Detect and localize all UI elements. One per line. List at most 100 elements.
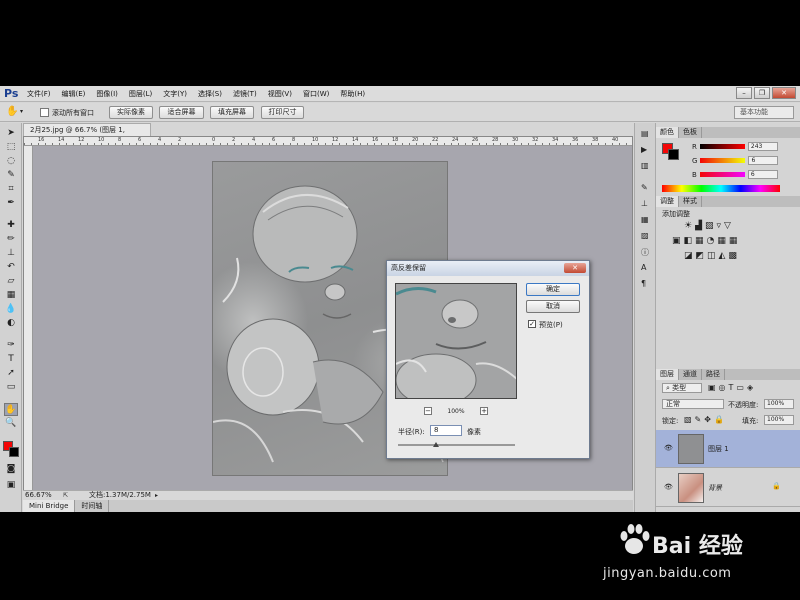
red-value[interactable]: 243 xyxy=(747,142,778,151)
eye-icon[interactable]: 👁 xyxy=(664,483,673,491)
tab-layers[interactable]: 图层 xyxy=(656,369,679,380)
lock-icons[interactable]: ▧✎✥🔒 xyxy=(684,415,727,424)
status-menu-arrow-icon[interactable]: ▸ xyxy=(155,491,158,500)
close-icon[interactable]: ✕ xyxy=(564,263,586,273)
history-icon[interactable]: ▤ xyxy=(641,129,649,138)
menu-window[interactable]: 窗口(W) xyxy=(303,89,329,99)
healing-brush-tool-icon[interactable]: ✚ xyxy=(4,219,18,232)
green-slider[interactable] xyxy=(700,158,746,163)
tab-mini-bridge[interactable]: Mini Bridge xyxy=(23,500,76,512)
dodge-tool-icon[interactable]: ◐ xyxy=(4,317,18,330)
path-select-tool-icon[interactable]: ➚ xyxy=(4,367,18,380)
radius-slider-thumb[interactable] xyxy=(433,442,439,447)
menu-view[interactable]: 视图(V) xyxy=(268,89,292,99)
type-tool-icon[interactable]: T xyxy=(4,353,18,366)
gradient-tool-icon[interactable]: ▦ xyxy=(4,289,18,302)
play-action-icon[interactable]: ▶ xyxy=(641,145,647,154)
preview-checkbox[interactable]: ✓ xyxy=(528,320,536,328)
menu-layer[interactable]: 图层(L) xyxy=(129,89,152,99)
panel-background-swatch[interactable] xyxy=(668,149,679,160)
menu-filter[interactable]: 滤镜(T) xyxy=(233,89,257,99)
properties-icon[interactable]: ▥ xyxy=(641,161,649,170)
blend-mode-select[interactable]: 正常 xyxy=(662,399,724,409)
minimize-icon[interactable]: – xyxy=(736,87,752,99)
tab-adjustments[interactable]: 调整 xyxy=(656,196,679,207)
workspace-select[interactable]: 基本功能 xyxy=(734,106,794,119)
tab-color[interactable]: 颜色 xyxy=(656,127,679,138)
menu-help[interactable]: 帮助(H) xyxy=(340,89,365,99)
menu-select[interactable]: 选择(S) xyxy=(198,89,222,99)
green-value[interactable]: 6 xyxy=(748,156,779,165)
crop-tool-icon[interactable]: ⌗ xyxy=(4,183,18,196)
color-spectrum-bar[interactable] xyxy=(662,185,780,192)
tool-presets-icon[interactable]: ▦ xyxy=(641,215,649,224)
layer-name[interactable]: 图层 1 xyxy=(708,444,729,454)
blue-slider[interactable] xyxy=(699,172,745,177)
status-export-icon[interactable]: ⇱ xyxy=(63,491,68,500)
tab-styles[interactable]: 样式 xyxy=(679,196,702,207)
eyedropper-tool-icon[interactable]: ✒ xyxy=(4,197,18,210)
menu-file[interactable]: 文件(F) xyxy=(27,89,51,99)
lasso-tool-icon[interactable]: ◌ xyxy=(4,155,18,168)
clone-source-icon[interactable]: ⊥ xyxy=(641,199,648,208)
fill-input[interactable]: 100% xyxy=(764,415,794,425)
adjustment-icons-row-2[interactable]: ▣◧▦◔▦▦ xyxy=(672,236,740,246)
close-icon[interactable]: ✕ xyxy=(772,87,796,99)
restore-icon[interactable]: ❐ xyxy=(754,87,770,99)
info-icon[interactable]: ⓘ xyxy=(641,247,649,258)
move-tool-icon[interactable]: ➤ xyxy=(4,127,18,140)
scroll-all-checkbox[interactable] xyxy=(40,108,49,117)
fill-screen-button[interactable]: 填充屏幕 xyxy=(210,106,254,119)
brush-tool-icon[interactable]: ✏ xyxy=(4,233,18,246)
layer-kind-filter[interactable]: ⌕ 类型 xyxy=(662,383,702,393)
rectangle-tool-icon[interactable]: ▭ xyxy=(4,381,18,394)
document-tab[interactable]: 2月25.jpg @ 66.7% (图层 1, RGB/8) * xyxy=(23,123,151,146)
character-icon[interactable]: A xyxy=(641,263,646,272)
adjustment-icons-row-1[interactable]: ☀▟▨▿▽ xyxy=(684,221,734,231)
actual-pixels-button[interactable]: 实际像素 xyxy=(109,106,153,119)
layer-row-layer1[interactable]: 👁 图层 1 xyxy=(656,430,800,468)
layer-filter-icons[interactable]: ▣◎T▭◈ xyxy=(708,383,756,392)
print-size-button[interactable]: 打印尺寸 xyxy=(261,106,304,119)
layer-row-background[interactable]: 👁 背景 🔒 xyxy=(656,469,800,507)
blue-value[interactable]: 6 xyxy=(747,170,778,179)
quick-select-tool-icon[interactable]: ✎ xyxy=(4,169,18,182)
history-brush-tool-icon[interactable]: ↶ xyxy=(4,261,18,274)
radius-slider-track[interactable] xyxy=(398,444,515,446)
menu-edit[interactable]: 编辑(E) xyxy=(62,89,86,99)
brush-presets-icon[interactable]: ✎ xyxy=(641,183,648,192)
cancel-button[interactable]: 取消 xyxy=(526,300,580,313)
pen-tool-icon[interactable]: ✑ xyxy=(4,339,18,352)
paragraph-icon[interactable]: ¶ xyxy=(641,279,646,288)
tab-paths[interactable]: 路径 xyxy=(702,369,725,380)
layer-name[interactable]: 背景 xyxy=(708,483,722,493)
red-slider[interactable] xyxy=(699,144,745,149)
zoom-out-icon[interactable]: − xyxy=(424,407,432,415)
background-color-swatch[interactable] xyxy=(9,447,19,457)
zoom-level[interactable]: 66.67% xyxy=(25,491,52,500)
hand-tool-icon[interactable]: ✋ xyxy=(6,106,18,117)
eye-icon[interactable]: 👁 xyxy=(664,444,673,452)
opacity-input[interactable]: 100% xyxy=(764,399,794,409)
quick-mask-icon[interactable]: ◙ xyxy=(4,463,18,476)
tab-swatches[interactable]: 色板 xyxy=(679,127,702,138)
eraser-tool-icon[interactable]: ▱ xyxy=(4,275,18,288)
radius-input[interactable]: 8 xyxy=(430,425,462,436)
menu-image[interactable]: 图像(I) xyxy=(96,89,118,99)
tool-preset-chevron-icon[interactable]: ▾ xyxy=(20,108,23,115)
tab-channels[interactable]: 通道 xyxy=(679,369,702,380)
screen-mode-icon[interactable]: ▣ xyxy=(4,479,18,492)
clone-stamp-tool-icon[interactable]: ⊥ xyxy=(4,247,18,260)
tab-timeline[interactable]: 时间轴 xyxy=(75,500,110,512)
swatches-icon[interactable]: ▨ xyxy=(641,231,649,240)
adjustment-icons-row-3[interactable]: ◪◩◫◭▩ xyxy=(684,251,740,261)
hand-tool-icon[interactable]: ✋ xyxy=(4,403,18,416)
fit-screen-button[interactable]: 适合屏幕 xyxy=(159,106,204,119)
blur-tool-icon[interactable]: 💧 xyxy=(4,303,18,316)
zoom-tool-icon[interactable]: 🔍 xyxy=(4,417,18,430)
menu-type[interactable]: 文字(Y) xyxy=(163,89,187,99)
filter-preview[interactable] xyxy=(395,283,517,399)
ok-button[interactable]: 确定 xyxy=(526,283,580,296)
zoom-in-icon[interactable]: + xyxy=(480,407,488,415)
marquee-tool-icon[interactable]: ⬚ xyxy=(4,141,18,154)
